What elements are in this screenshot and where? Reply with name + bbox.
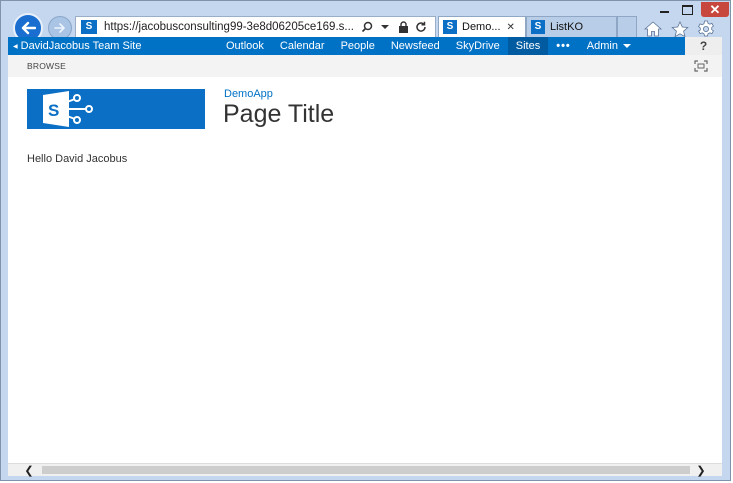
maximize-button[interactable] — [676, 2, 698, 17]
nav-people[interactable]: People — [333, 37, 383, 55]
favorites-star-icon[interactable] — [670, 19, 690, 39]
nav-outlook[interactable]: Outlook — [218, 37, 272, 55]
site-name-link[interactable]: ◀ DavidJacobus Team Site — [13, 40, 142, 52]
address-url[interactable]: https://jacobusconsulting99-3e8d06205ce1… — [104, 21, 356, 33]
scrollbar-thumb[interactable] — [42, 466, 690, 474]
dropdown-arrow-icon[interactable] — [378, 20, 392, 34]
search-icon[interactable] — [360, 20, 374, 34]
site-logo[interactable]: S — [27, 89, 205, 129]
nav-skydrive[interactable]: SkyDrive — [448, 37, 508, 55]
new-tab-button[interactable] — [617, 16, 637, 38]
page-content: S DemoApp Page Title Hello David Jacobus — [8, 77, 722, 463]
admin-label: Admin — [586, 40, 618, 52]
ribbon-tab-browse[interactable]: BROWSE — [27, 61, 66, 71]
scroll-right-icon[interactable]: ❯ — [694, 464, 708, 477]
maximize-icon — [681, 4, 693, 15]
home-icon[interactable] — [643, 19, 663, 39]
greeting-text: Hello David Jacobus — [27, 153, 128, 165]
tab-listko[interactable]: S ListKO — [526, 16, 617, 38]
lock-icon[interactable] — [396, 20, 410, 34]
minimize-button[interactable] — [653, 2, 675, 17]
close-icon: ✕ — [709, 2, 721, 17]
tab-label: Demo... — [462, 21, 501, 33]
tab-demo[interactable]: S Demo... ✕ — [438, 16, 526, 38]
caret-down-icon — [622, 44, 631, 48]
close-window-button[interactable]: ✕ — [701, 2, 729, 17]
page-title: Page Title — [223, 100, 335, 128]
nav-sites[interactable]: Sites — [507, 37, 549, 55]
sharepoint-favicon-icon: S — [531, 20, 545, 34]
chevron-left-icon: ◀ — [13, 43, 18, 50]
settings-gear-icon[interactable] — [696, 19, 716, 39]
admin-menu[interactable]: Admin — [579, 40, 637, 52]
site-name: DavidJacobus Team Site — [20, 40, 142, 52]
nav-calendar[interactable]: Calendar — [272, 37, 333, 55]
sharepoint-favicon-icon: S — [81, 20, 97, 34]
help-button[interactable]: ? — [685, 37, 722, 55]
back-arrow-icon — [21, 21, 36, 35]
svg-text:S: S — [48, 101, 59, 120]
ribbon: BROWSE — [8, 55, 722, 77]
sharepoint-logo-icon: S — [43, 91, 93, 127]
forward-arrow-icon — [54, 23, 65, 33]
suite-bar: ◀ DavidJacobus Team Site Outlook Calenda… — [8, 37, 685, 55]
nav-more-button[interactable]: ••• — [548, 40, 579, 52]
nav-newsfeed[interactable]: Newsfeed — [383, 37, 448, 55]
address-bar[interactable]: S https://jacobusconsulting99-3e8d06205c… — [75, 16, 436, 38]
refresh-icon[interactable] — [414, 20, 428, 34]
breadcrumb-link[interactable]: DemoApp — [224, 88, 273, 100]
close-tab-icon[interactable]: ✕ — [507, 22, 515, 33]
scroll-left-icon[interactable]: ❮ — [22, 464, 36, 477]
sharepoint-favicon-icon: S — [443, 20, 457, 34]
horizontal-scrollbar[interactable]: ❮ ❯ — [8, 463, 722, 477]
minimize-icon — [659, 11, 669, 13]
tab-label: ListKO — [550, 21, 584, 33]
suite-nav: Outlook Calendar People Newsfeed SkyDriv… — [218, 37, 637, 55]
browser-window: ✕ S https://jacobusconsulting99-3e8d0620… — [0, 0, 731, 481]
focus-on-content-icon[interactable] — [694, 60, 708, 72]
